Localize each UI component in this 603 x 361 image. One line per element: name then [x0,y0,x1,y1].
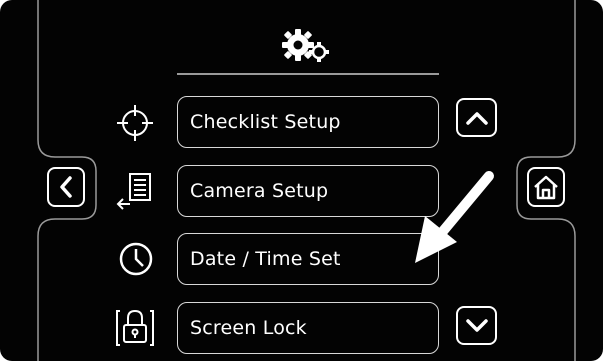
date-time-set-button[interactable]: Date / Time Set [177,233,439,285]
home-button[interactable] [527,167,565,207]
chevron-up-icon [465,111,488,125]
scroll-up-button[interactable] [456,98,497,137]
screen-lock-label: Screen Lock [190,317,307,339]
header-divider [177,73,439,75]
back-button[interactable] [47,167,85,207]
screen-lock-button[interactable]: Screen Lock [177,302,439,354]
chevron-down-icon [465,318,488,332]
crosshair-icon [117,105,153,141]
scroll-down-button[interactable] [456,306,497,345]
date-time-set-label: Date / Time Set [190,248,341,270]
gears-icon [282,29,329,62]
checklist-setup-button[interactable]: Checklist Setup [177,96,439,148]
camera-setup-button[interactable]: Camera Setup [177,165,439,217]
device-screen: Checklist Setup Camera Setup Date / Time… [0,0,603,361]
home-icon [534,175,558,200]
document-export-icon [116,173,151,210]
padlock-icon [116,309,154,346]
checklist-setup-label: Checklist Setup [190,111,341,133]
clock-icon [119,242,153,276]
chevron-left-icon [60,176,72,198]
camera-setup-label: Camera Setup [190,180,329,202]
annotation-arrow [415,171,494,263]
